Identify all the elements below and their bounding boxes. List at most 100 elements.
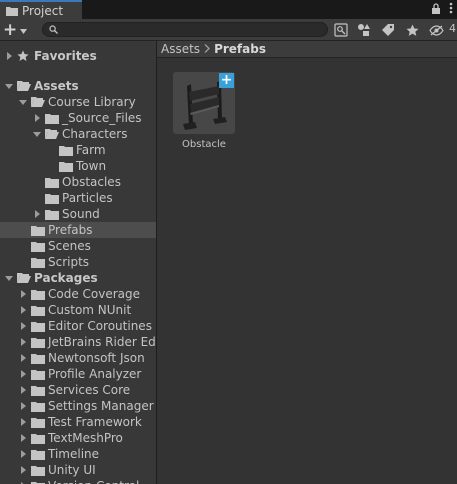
folder-icon (45, 192, 59, 204)
tree-item[interactable]: Sound (0, 206, 156, 222)
tree-item-label: Assets (34, 79, 79, 93)
tree-item[interactable]: JetBrains Rider Edit (0, 334, 156, 350)
collapse-arrow-icon[interactable] (19, 306, 27, 314)
tree-item-label: TextMeshPro (48, 431, 123, 445)
collapse-arrow-icon[interactable] (19, 466, 27, 474)
lock-icon[interactable] (431, 2, 441, 17)
favorite-star-icon[interactable] (404, 22, 420, 38)
tree-item[interactable]: Unity UI (0, 462, 156, 478)
tree-item[interactable]: Scripts (0, 254, 156, 270)
tree-item-label: Custom NUnit (48, 303, 132, 317)
tree-item[interactable]: Obstacles (0, 174, 156, 190)
collapse-arrow-icon[interactable] (19, 338, 27, 346)
create-button[interactable]: + (3, 21, 33, 38)
collapse-arrow-icon[interactable] (19, 386, 27, 394)
tree-item[interactable]: Custom NUnit (0, 302, 156, 318)
asset-name: Obstacle (182, 139, 226, 150)
folder-icon (31, 464, 45, 476)
more-options-icon[interactable] (449, 2, 453, 17)
tree-item-label: Timeline (48, 447, 100, 461)
tree-item-label: Sound (62, 207, 100, 221)
tree-item-label: Packages (34, 271, 98, 285)
tree-item-label: Profile Analyzer (48, 367, 142, 381)
folder-icon (59, 144, 73, 156)
folder-icon (31, 432, 45, 444)
tree-item[interactable]: Newtonsoft Json (0, 350, 156, 366)
collapse-arrow-icon[interactable] (19, 290, 27, 298)
filter-by-type-icon[interactable] (356, 22, 372, 38)
tree-item[interactable]: Settings Manager (0, 398, 156, 414)
search-input[interactable] (61, 23, 321, 36)
tree-item-label: Version Control (48, 479, 139, 484)
tree-item[interactable]: Packages (0, 270, 156, 286)
tree-item[interactable]: Prefabs (0, 222, 156, 238)
tree-item[interactable]: Favorites (0, 48, 156, 64)
arrow-spacer (33, 194, 41, 202)
folder-icon (31, 448, 45, 460)
tree-item[interactable]: Assets (0, 78, 156, 94)
tree-item-label: _Source_Files (62, 111, 142, 125)
arrow-spacer (47, 146, 55, 154)
project-tab-title: Project (22, 3, 64, 18)
folder-open-icon (17, 80, 31, 92)
tree-item[interactable]: Characters (0, 126, 156, 142)
project-tab[interactable]: Project (0, 0, 82, 19)
tree-item-label: Test Framework (48, 415, 142, 429)
tree-item[interactable]: _Source_Files (0, 110, 156, 126)
folder-open-icon (31, 96, 45, 108)
folder-icon (31, 320, 45, 332)
breadcrumb-separator-icon (204, 43, 211, 56)
tree-item[interactable]: Profile Analyzer (0, 366, 156, 382)
expand-arrow-icon[interactable] (33, 130, 41, 138)
collapse-arrow-icon[interactable] (33, 210, 41, 218)
tree-item-label: Course Library (48, 95, 136, 109)
collapse-arrow-icon[interactable] (19, 434, 27, 442)
hidden-packages-icon[interactable] (428, 22, 444, 38)
tree-item[interactable]: Course Library (0, 94, 156, 110)
breadcrumb-item[interactable]: Prefabs (214, 42, 266, 56)
tree-item[interactable]: Services Core (0, 382, 156, 398)
tree-item[interactable]: Farm (0, 142, 156, 158)
tree-item[interactable]: Version Control (0, 478, 156, 484)
breadcrumb-item[interactable]: Assets (161, 42, 200, 56)
filter-by-label-icon[interactable] (380, 22, 396, 38)
expand-arrow-icon[interactable] (5, 274, 13, 282)
collapse-arrow-icon[interactable] (19, 354, 27, 362)
tree-item[interactable]: Particles (0, 190, 156, 206)
window-controls (431, 2, 453, 17)
collapse-arrow-icon[interactable] (19, 370, 27, 378)
collapse-arrow-icon[interactable] (5, 52, 13, 60)
hidden-packages-count: 4 (449, 22, 456, 35)
collapse-arrow-icon[interactable] (19, 450, 27, 458)
tree-item-label: Settings Manager (48, 399, 154, 413)
folder-tree: Favorites Assets Course Library _Source_Fil… (0, 41, 156, 484)
search-by-scene-icon[interactable] (333, 22, 349, 38)
collapse-arrow-icon[interactable] (19, 322, 27, 330)
folder-icon (59, 160, 73, 172)
folder-icon (45, 208, 59, 220)
window-tab-bar: Project (0, 0, 457, 19)
folder-icon (31, 256, 45, 268)
folder-icon (31, 416, 45, 428)
tree-item[interactable]: TextMeshPro (0, 430, 156, 446)
expand-arrow-icon[interactable] (19, 98, 27, 106)
asset-tile[interactable]: + Obstacle (173, 72, 235, 150)
expand-arrow-icon[interactable] (5, 82, 13, 90)
arrow-spacer (33, 178, 41, 186)
tree-item-label: Characters (62, 127, 128, 141)
tree-item-label: Particles (62, 191, 113, 205)
collapse-arrow-icon[interactable] (19, 418, 27, 426)
search-field[interactable] (42, 22, 328, 37)
collapse-arrow-icon[interactable] (19, 402, 27, 410)
tree-item[interactable]: Test Framework (0, 414, 156, 430)
tree-item[interactable]: Code Coverage (0, 286, 156, 302)
tree-item[interactable]: Editor Coroutines (0, 318, 156, 334)
tree-item[interactable]: Town (0, 158, 156, 174)
folder-icon (31, 240, 45, 252)
tree-item-label: Scripts (48, 255, 90, 269)
tree-item[interactable]: Scenes (0, 238, 156, 254)
tree-item-label: Town (76, 159, 107, 173)
tree-item-label: Unity UI (48, 463, 96, 477)
collapse-arrow-icon[interactable] (33, 114, 41, 122)
tree-item[interactable]: Timeline (0, 446, 156, 462)
